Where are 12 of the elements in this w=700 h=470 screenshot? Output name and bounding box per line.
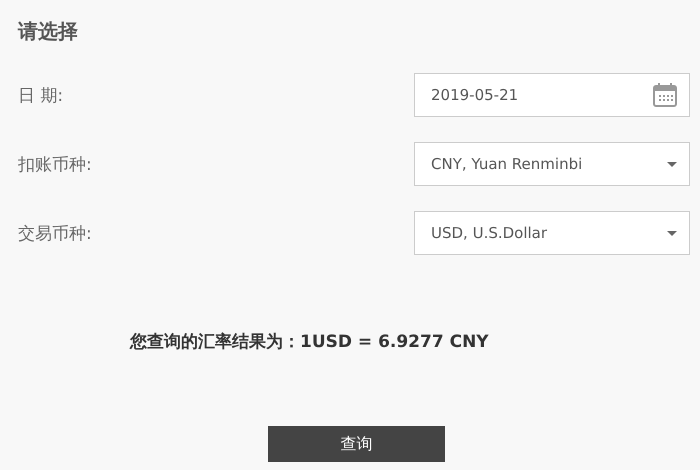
field-label: 日 期: [18, 84, 64, 106]
caret-icon [667, 162, 677, 166]
field-label: 交易币种: [18, 222, 92, 244]
caret-icon [667, 230, 677, 236]
calendar-icon[interactable] [653, 83, 677, 107]
query-button[interactable]: 查询 [268, 426, 445, 462]
rate-result: 您查询的汇率结果为：1USD = 6.9277 CNY [130, 331, 490, 353]
date-field[interactable]: 2019-05-21 [414, 73, 690, 117]
dropdown[interactable]: USD, U.S.Dollar [414, 211, 690, 255]
section-title: 请选择 [18, 18, 79, 45]
field-label: 扣账币种: [18, 154, 92, 176]
dropdown[interactable]: CNY, Yuan Renminbi [414, 142, 690, 186]
